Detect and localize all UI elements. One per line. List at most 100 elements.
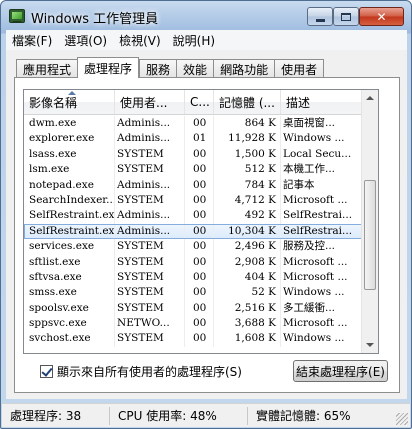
cell-description: Microsoft ... (281, 316, 362, 332)
table-row[interactable]: lsm.exe SYSTEM 00 512 K 本機工作... (24, 162, 362, 178)
tab-performance[interactable]: 效能 (176, 59, 214, 78)
cell-description: 本機工作... (281, 162, 362, 178)
cell-name: explorer.exe (24, 131, 115, 147)
cell-description: Microsoft ... (281, 192, 362, 209)
column-cpu[interactable]: C... (185, 90, 214, 114)
close-icon: ✕ (376, 9, 387, 24)
tab-users[interactable]: 使用者 (274, 59, 325, 78)
column-memory[interactable]: 記憶體 (... (214, 90, 281, 114)
column-description[interactable]: 描述 (281, 90, 362, 114)
cell-cpu: 00 (185, 208, 214, 224)
table-row[interactable]: SelfRestraint.exe Adminis... 00 492 K SelfRe… (24, 208, 362, 224)
cell-memory: 2,516 K (214, 300, 281, 317)
menu-view[interactable]: 檢視(V) (113, 32, 167, 49)
table-row[interactable]: smss.exe SYSTEM 00 52 K Windows ... (24, 285, 362, 301)
table-row[interactable]: spoolsv.exe SYSTEM 00 2,516 K 多工緩衝... (24, 300, 362, 317)
title-bar[interactable]: Windows 工作管理員 ✕ (1, 1, 411, 31)
column-user-name-label: 使用者... (120, 95, 168, 110)
status-process-count: 處理程序: 38 (2, 406, 110, 425)
tab-networking[interactable]: 網路功能 (213, 59, 275, 78)
cell-user: Adminis... (115, 208, 185, 224)
table-row[interactable]: SelfRestraint.exe Adminis... 00 10,304 K Sel… (24, 223, 362, 240)
table-row[interactable]: notepad.exe Adminis... 00 784 K 記事本 (24, 177, 362, 193)
tab-applications[interactable]: 應用程式 (16, 59, 78, 78)
cell-name: dwm.exe (24, 116, 115, 132)
cell-memory: 4,712 K (214, 192, 281, 209)
cell-user: Adminis... (115, 223, 185, 240)
show-all-users-option[interactable]: 顯示來自所有使用者的處理程序(S) (40, 363, 242, 380)
table-row[interactable]: explorer.exe Adminis... 01 11,928 K Windows … (24, 131, 362, 147)
status-physical-memory: 實體記憶體: 65% (256, 409, 351, 423)
cell-description: 桌面視窗... (281, 116, 362, 132)
column-memory-label: 記憶體 (... (219, 95, 275, 110)
table-row[interactable]: lsass.exe SYSTEM 00 1,500 K Local Secu... (24, 146, 362, 163)
column-description-label: 描述 (286, 95, 311, 110)
cell-user: Adminis... (115, 177, 185, 193)
cell-name: svchost.exe (24, 331, 115, 347)
cell-cpu: 00 (185, 300, 214, 317)
cell-name: sftlist.exe (24, 254, 115, 270)
tab-processes[interactable]: 處理程序 (77, 57, 140, 78)
cell-user: Adminis... (115, 131, 185, 147)
cell-user: Adminis... (115, 116, 185, 132)
table-row[interactable]: SearchIndexer... SYSTEM 00 4,712 K Microsoft… (24, 192, 362, 209)
cell-memory: 492 K (214, 208, 281, 224)
cell-user: SYSTEM (115, 162, 185, 178)
table-row[interactable]: sftlist.exe SYSTEM 00 2,908 K Microsoft ... (24, 254, 362, 270)
table-row[interactable]: sftvsa.exe SYSTEM 00 404 K Microsoft ... (24, 269, 362, 286)
menu-options[interactable]: 選項(O) (58, 32, 113, 49)
cell-cpu: 00 (185, 331, 214, 347)
cell-cpu: 00 (185, 223, 214, 240)
table-row[interactable]: dwm.exe Adminis... 00 864 K 桌面視窗... (24, 116, 362, 132)
cell-user: SYSTEM (115, 254, 185, 270)
cell-cpu: 00 (185, 162, 214, 178)
column-image-name[interactable]: 影像名稱 (24, 90, 115, 114)
cell-memory: 784 K (214, 177, 281, 193)
cell-user: SYSTEM (115, 285, 185, 301)
cell-memory: 10,304 K (214, 223, 281, 240)
close-button[interactable]: ✕ (359, 7, 404, 26)
cell-name: notepad.exe (24, 177, 115, 193)
process-list[interactable]: 影像名稱 使用者... C... 記憶體 (... 描述 dwm.exe Adm… (23, 89, 379, 354)
resize-grip-icon[interactable] (396, 413, 408, 425)
minimize-button[interactable] (307, 7, 333, 26)
column-image-name-label: 影像名稱 (29, 95, 78, 110)
cell-memory: 864 K (214, 116, 281, 132)
cell-memory: 3,688 K (214, 316, 281, 332)
cell-memory: 1,500 K (214, 146, 281, 163)
cell-memory: 2,496 K (214, 239, 281, 255)
scroll-up-arrow-icon[interactable] (362, 90, 378, 107)
status-cpu-usage: CPU 使用率: 48% (110, 406, 248, 425)
cell-user: NETWO... (115, 316, 185, 332)
cell-description: Windows ... (281, 331, 362, 347)
menu-help[interactable]: 說明(H) (167, 32, 221, 49)
cell-name: services.exe (24, 239, 115, 255)
window-title: Windows 工作管理員 (31, 12, 159, 27)
cell-user: SYSTEM (115, 239, 185, 255)
maximize-button[interactable] (333, 7, 359, 26)
cell-name: SelfRestraint.exe (24, 208, 115, 224)
cell-cpu: 00 (185, 316, 214, 332)
cell-user: SYSTEM (115, 192, 185, 209)
cell-cpu: 00 (185, 254, 214, 270)
vertical-scrollbar[interactable] (361, 90, 378, 353)
menu-file[interactable]: 檔案(F) (6, 32, 58, 49)
cell-memory: 11,928 K (214, 131, 281, 147)
tab-services[interactable]: 服務 (139, 59, 177, 78)
list-header: 影像名稱 使用者... C... 記憶體 (... 描述 (24, 90, 362, 115)
scroll-down-arrow-icon[interactable] (362, 336, 378, 353)
end-process-button[interactable]: 結束處理程序(E) (293, 360, 388, 382)
cell-cpu: 01 (185, 131, 214, 147)
cell-description: SelfRestrai... (281, 223, 362, 240)
column-user-name[interactable]: 使用者... (115, 90, 185, 114)
show-all-users-checkbox[interactable] (40, 365, 53, 378)
cell-description: SelfRestrai... (281, 208, 362, 224)
scrollbar-thumb[interactable] (364, 180, 376, 290)
table-row[interactable]: sppsvc.exe NETWO... 00 3,688 K Microsoft ... (24, 316, 362, 332)
cell-name: spoolsv.exe (24, 300, 115, 317)
cell-description: Windows ... (281, 131, 362, 147)
cell-description: 多工緩衝... (281, 300, 362, 317)
cell-name: SelfRestraint.exe (24, 223, 115, 240)
table-row[interactable]: services.exe SYSTEM 00 2,496 K 服務及控... (24, 239, 362, 255)
table-row[interactable]: svchost.exe SYSTEM 00 1,608 K Windows ... (24, 331, 362, 347)
